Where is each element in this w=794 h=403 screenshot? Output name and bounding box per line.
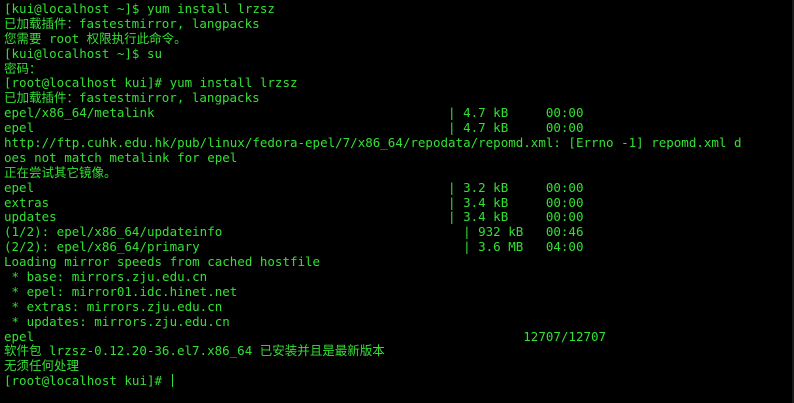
terminal-line: http://ftp.cuhk.edu.hk/pub/linux/fedora-… — [4, 136, 742, 151]
prompt-line[interactable]: [root@localhost kui]# — [4, 374, 790, 389]
terminal-line: [kui@localhost ~]$ yum install lrzsz — [4, 2, 275, 16]
terminal-window[interactable]: [kui@localhost ~]$ yum install lrzsz 已加载… — [0, 0, 794, 403]
terminal-line: 正在尝试其它镜像。 — [4, 165, 117, 180]
terminal-line: (2/2): epel/x86_64/primary | 3.6 MB 04:0… — [4, 240, 584, 255]
terminal-line: 已加载插件：fastestmirror, langpacks — [4, 91, 260, 106]
terminal-line: epel | 3.2 kB 00:00 — [4, 180, 584, 195]
terminal-line: epel/x86_64/metalink | 4.7 kB 00:00 — [4, 106, 584, 121]
terminal-line: * epel: mirror01.idc.hinet.net — [4, 284, 238, 299]
terminal-line: epel | 4.7 kB 00:00 — [4, 121, 584, 136]
terminal-line: oes not match metalink for epel — [4, 150, 238, 165]
terminal-line: epel 12707/12707 — [4, 329, 607, 344]
shell-prompt: [root@localhost kui]# — [4, 374, 170, 389]
terminal-line: extras | 3.4 kB 00:00 — [4, 195, 584, 210]
terminal-line: * extras: mirrors.zju.edu.cn — [4, 299, 223, 314]
terminal-line: [kui@localhost ~]$ su — [4, 46, 163, 61]
terminal-line: 软件包 lrzsz-0.12.20-36.el7.x86_64 已安装并且是最新… — [4, 344, 385, 359]
terminal-line: * updates: mirrors.zju.edu.cn — [4, 314, 230, 329]
terminal-line: * base: mirrors.zju.edu.cn — [4, 270, 208, 285]
terminal-line: [root@localhost kui]# yum install lrzsz — [4, 76, 298, 91]
terminal-line: 您需要 root 权限执行此命令。 — [4, 31, 187, 46]
text-cursor — [171, 374, 173, 388]
terminal-line: 无须任何处理 — [4, 359, 80, 374]
terminal-line: updates | 3.4 kB 00:00 — [4, 210, 584, 225]
terminal-line: (1/2): epel/x86_64/updateinfo | 932 kB 0… — [4, 225, 584, 240]
terminal-line: 密码： — [4, 61, 42, 76]
terminal-line: 已加载插件：fastestmirror, langpacks — [4, 16, 260, 31]
terminal-line: Loading mirror speeds from cached hostfi… — [4, 255, 321, 270]
